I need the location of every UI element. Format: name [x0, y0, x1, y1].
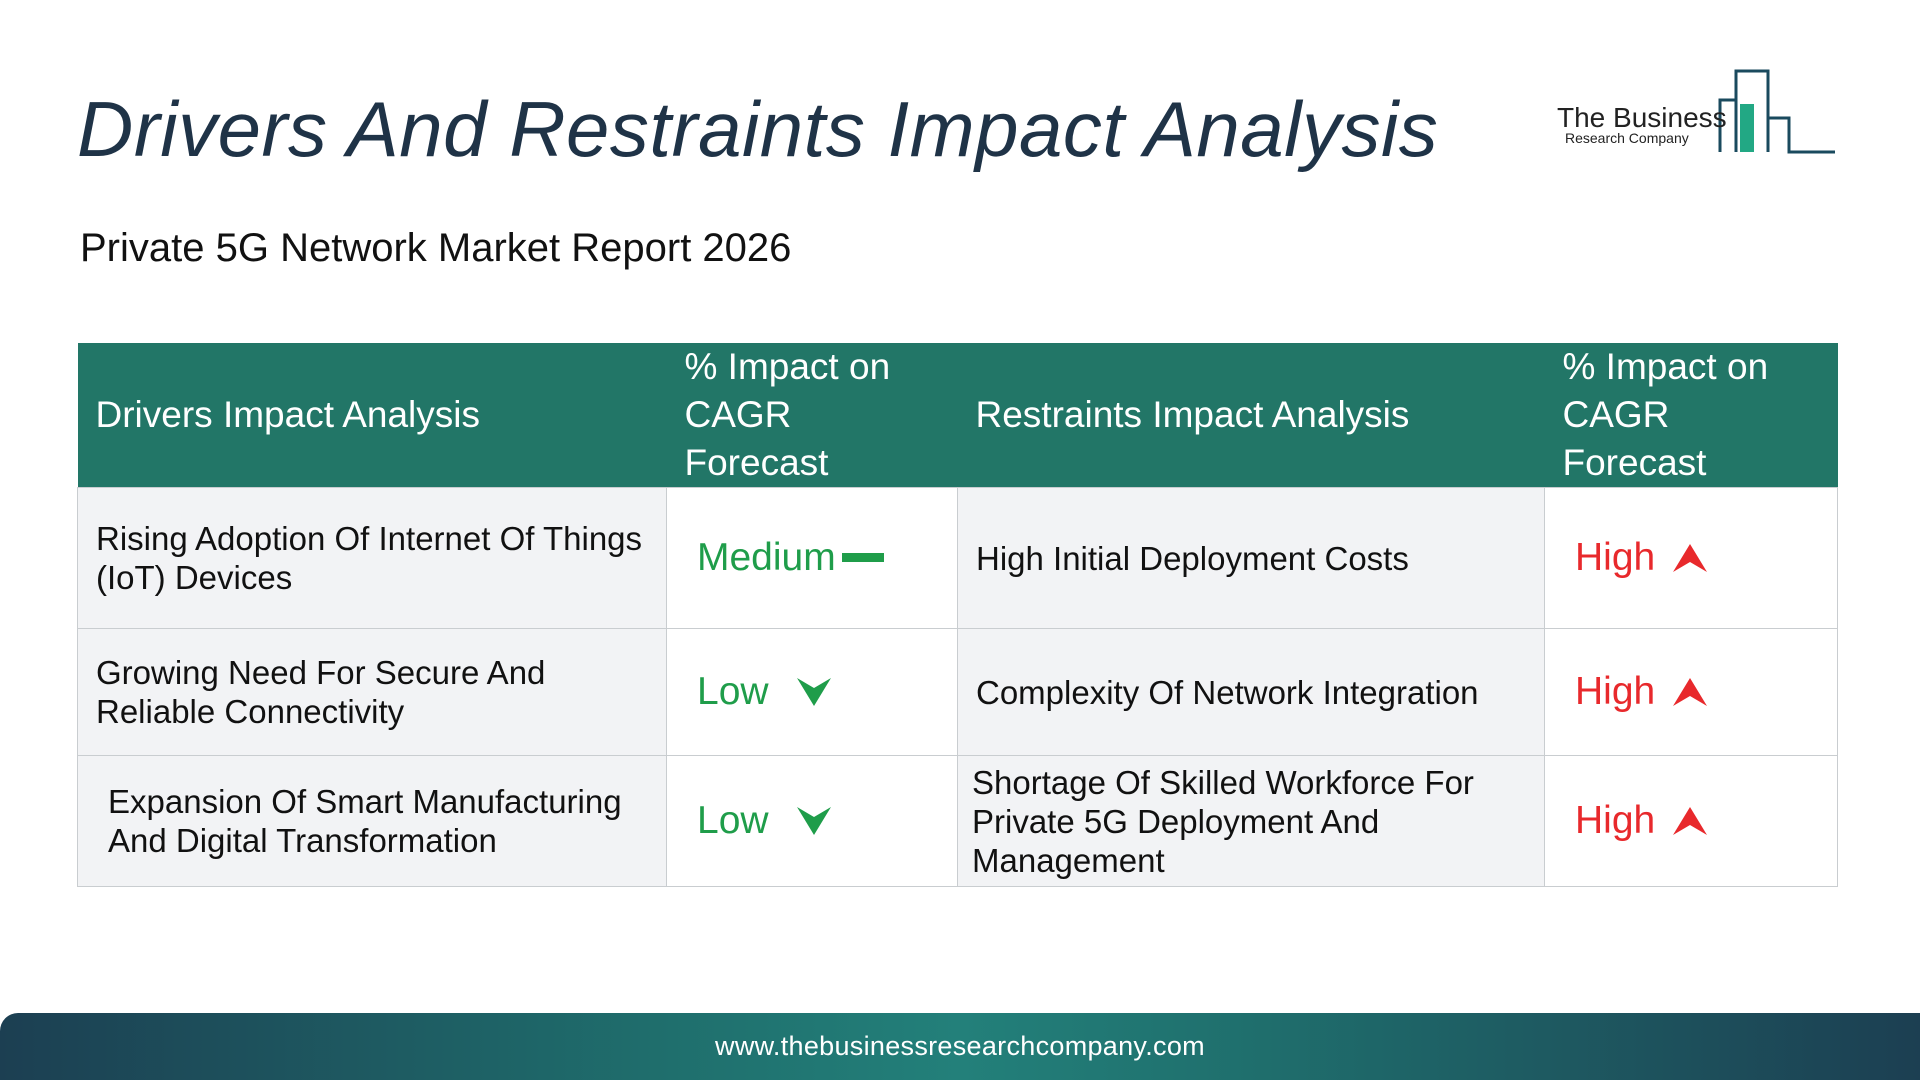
- impact-level-label: Low: [697, 799, 769, 842]
- arrow-up-icon: [1673, 543, 1708, 572]
- impact-level: High: [1575, 799, 1708, 842]
- driver-impact-cell: Medium: [666, 487, 958, 629]
- impact-level: Medium: [697, 538, 884, 577]
- dash-icon: [841, 552, 884, 562]
- driver-cell: Growing Need For Secure And Reliable Con…: [77, 628, 667, 756]
- footer-url[interactable]: www.thebusinessresearchcompany.com: [715, 1031, 1205, 1062]
- table-row: Growing Need For Secure And Reliable Con…: [77, 628, 1838, 756]
- page-title: Drivers And Restraints Impact Analysis: [77, 85, 1439, 173]
- driver-impact-cell: Low: [666, 628, 958, 756]
- header-restraint-impact: % Impact on CAGR Forecast: [1544, 343, 1838, 488]
- impact-table: Drivers Impact Analysis % Impact on CAGR…: [77, 343, 1838, 887]
- table-row: Rising Adoption Of Internet Of Things (I…: [77, 487, 1838, 629]
- driver-cell: Expansion Of Smart Manufacturing And Dig…: [77, 755, 667, 887]
- impact-level-label: Medium: [697, 536, 836, 579]
- impact-level-label: Low: [697, 670, 769, 713]
- restraint-cell: Complexity Of Network Integration: [957, 628, 1545, 756]
- slide: Drivers And Restraints Impact Analysis P…: [0, 0, 1920, 1080]
- impact-level: High: [1575, 670, 1708, 713]
- impact-level-label: High: [1575, 536, 1656, 579]
- impact-level-label: High: [1575, 670, 1656, 713]
- impact-level-label: High: [1575, 799, 1656, 842]
- driver-impact-cell: Low: [666, 755, 958, 887]
- impact-level: High: [1575, 536, 1708, 579]
- restraint-cell: High Initial Deployment Costs: [957, 487, 1545, 629]
- arrow-up-icon: [1673, 677, 1708, 706]
- arrow-down-icon: [796, 806, 831, 835]
- company-logo: The Business Research Company: [1555, 66, 1835, 156]
- footer-bar: www.thebusinessresearchcompany.com: [0, 1013, 1920, 1080]
- driver-cell: Rising Adoption Of Internet Of Things (I…: [77, 487, 667, 629]
- table-header-row: Drivers Impact Analysis % Impact on CAGR…: [77, 343, 1838, 488]
- header-driver-impact: % Impact on CAGR Forecast: [666, 343, 958, 488]
- arrow-up-icon: [1673, 806, 1708, 835]
- restraint-impact-cell: High: [1544, 755, 1838, 887]
- page-subtitle: Private 5G Network Market Report 2026: [80, 226, 792, 270]
- arrow-down-icon: [796, 677, 831, 706]
- logo-subtitle: Research Company: [1565, 130, 1689, 146]
- header-restraints: Restraints Impact Analysis: [957, 343, 1545, 488]
- impact-level: Low: [697, 672, 831, 711]
- restraint-cell: Shortage Of Skilled Workforce For Privat…: [957, 755, 1545, 887]
- restraint-impact-cell: High: [1544, 487, 1838, 629]
- restraint-impact-cell: High: [1544, 628, 1838, 756]
- header-drivers: Drivers Impact Analysis: [77, 343, 667, 488]
- impact-level: Low: [697, 801, 831, 840]
- table-row: Expansion Of Smart Manufacturing And Dig…: [77, 755, 1838, 887]
